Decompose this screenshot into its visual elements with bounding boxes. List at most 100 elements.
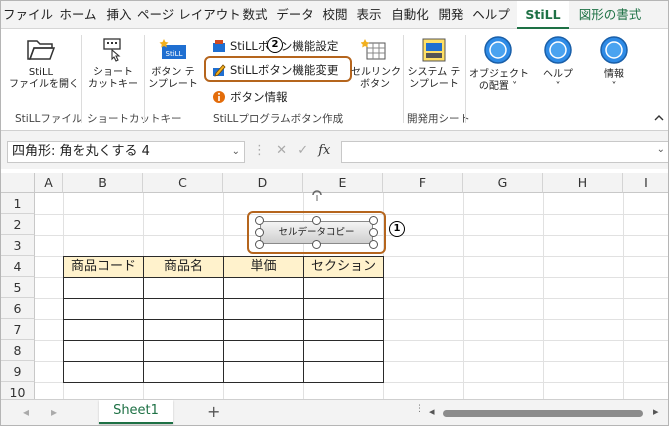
system-template-button[interactable]: システム テ ンプレート	[407, 37, 461, 91]
tab-page-layout[interactable]: ページ レイアウト	[137, 1, 241, 29]
table-cell[interactable]	[143, 319, 224, 341]
tab-view[interactable]: 表示	[353, 1, 385, 29]
column-header[interactable]: G	[463, 173, 543, 193]
tab-automate[interactable]: 自動化	[387, 1, 433, 29]
hscroll-right-icon[interactable]: ▸	[653, 405, 659, 418]
table-cell[interactable]	[143, 298, 224, 320]
row-header[interactable]: 1	[1, 193, 35, 214]
table-header-cell[interactable]: セクション	[303, 256, 384, 278]
help-line2: ˅	[555, 81, 561, 92]
table-cell[interactable]	[223, 277, 304, 299]
table-cell[interactable]	[143, 361, 224, 383]
column-header[interactable]: D	[223, 173, 303, 193]
row-header[interactable]: 5	[1, 277, 35, 298]
table-header-cell[interactable]: 単価	[223, 256, 304, 278]
shortcut-key-button[interactable]: ショート カットキー	[85, 37, 141, 91]
row-header[interactable]: 10	[1, 382, 35, 399]
table-cell[interactable]	[303, 361, 384, 383]
tab-shape-format[interactable]: 図形の書式	[573, 1, 647, 29]
table-cell[interactable]	[223, 319, 304, 341]
column-header[interactable]: A	[35, 173, 63, 193]
name-box[interactable]: 四角形: 角を丸くする 4 ⌄	[7, 141, 245, 163]
resize-handle[interactable]	[255, 240, 264, 249]
expand-formula-icon[interactable]: ⌄	[657, 144, 665, 155]
resize-handle[interactable]	[312, 216, 321, 225]
help-button[interactable]: ヘルプ ˅	[533, 35, 583, 93]
column-header[interactable]: B	[63, 173, 143, 193]
svg-text:StiLL: StiLL	[166, 50, 183, 58]
check-icon[interactable]: ✓	[297, 143, 308, 158]
hscroll-left-icon[interactable]: ◂	[429, 405, 435, 418]
resize-handle[interactable]	[369, 228, 378, 237]
collapse-ribbon-icon[interactable]	[653, 113, 665, 123]
table-cell[interactable]	[223, 340, 304, 362]
resize-handle[interactable]	[369, 216, 378, 225]
table-cell[interactable]	[303, 319, 384, 341]
formula-input[interactable]: ⌄	[341, 141, 668, 163]
resize-handle[interactable]	[312, 240, 321, 249]
table-cell[interactable]	[303, 277, 384, 299]
group-divider	[403, 35, 404, 123]
resize-handle[interactable]	[255, 216, 264, 225]
column-header[interactable]: H	[543, 173, 623, 193]
table-cell[interactable]	[303, 298, 384, 320]
row-header[interactable]: 6	[1, 298, 35, 319]
gridline	[463, 193, 464, 399]
tab-help[interactable]: ヘルプ	[469, 1, 513, 29]
scroll-right-icon[interactable]: ▸	[51, 405, 57, 419]
group-label-dev-sheet: 開発用シート	[407, 113, 470, 125]
object-placement-button[interactable]: オブジェクト の配置 ˅	[469, 35, 529, 93]
tab-developer[interactable]: 開発	[435, 1, 467, 29]
table-header-cell[interactable]: 商品名	[143, 256, 224, 278]
tab-data[interactable]: データ	[273, 1, 317, 29]
tab-file[interactable]: ファイル	[3, 1, 53, 29]
row-header[interactable]: 9	[1, 361, 35, 382]
table-header-cell[interactable]: 商品コード	[63, 256, 144, 278]
table-cell[interactable]	[63, 277, 144, 299]
tab-home[interactable]: ホーム	[55, 1, 101, 29]
ribbon: StiLL ファイルを開く StiLLファイル ショート カットキー ショートカ…	[1, 29, 668, 131]
tab-formulas[interactable]: 数式	[239, 1, 271, 29]
resize-handle[interactable]	[369, 240, 378, 249]
rotate-handle-icon[interactable]	[311, 187, 323, 201]
table-cell[interactable]	[303, 340, 384, 362]
chevron-down-icon[interactable]: ⌄	[232, 142, 240, 162]
row-header[interactable]: 3	[1, 235, 35, 256]
column-header[interactable]: F	[383, 173, 463, 193]
sheet-tab-sheet1[interactable]: Sheet1	[99, 400, 173, 424]
select-all-corner[interactable]	[1, 173, 35, 193]
button-info-label: ボタン情報	[230, 90, 288, 104]
row-header[interactable]: 2	[1, 214, 35, 235]
row-header[interactable]: 7	[1, 319, 35, 340]
table-cell[interactable]	[223, 361, 304, 383]
row-header[interactable]: 4	[1, 256, 35, 277]
column-header[interactable]: I	[623, 173, 668, 193]
cancel-icon[interactable]: ✕	[276, 143, 287, 158]
table-cell[interactable]	[143, 340, 224, 362]
tab-insert[interactable]: 挿入	[103, 1, 135, 29]
worksheet-grid[interactable]: A B C D E F G H I 1 2 3 4 5 6 7 8 9 10 商…	[1, 169, 668, 399]
table-cell[interactable]	[63, 298, 144, 320]
excel-window: ファイル ホーム 挿入 ページ レイアウト 数式 データ 校閲 表示 自動化 開…	[0, 0, 669, 426]
tab-review[interactable]: 校閲	[319, 1, 351, 29]
cell-link-button[interactable]: セルリンク ボタン	[351, 37, 401, 91]
table-cell[interactable]	[223, 298, 304, 320]
insert-function-icon[interactable]: fx	[318, 143, 330, 158]
still-button-change-button[interactable]: StiLLボタン機能変更	[212, 62, 338, 78]
tab-still[interactable]: StiLL	[517, 1, 569, 29]
horizontal-scrollbar[interactable]	[443, 410, 643, 417]
table-cell[interactable]	[63, 361, 144, 383]
button-template-button[interactable]: StiLL ボタン テ ンプレート	[147, 37, 199, 91]
column-header[interactable]: C	[143, 173, 223, 193]
open-still-file-button[interactable]: StiLL ファイルを開く	[9, 37, 79, 91]
scroll-left-icon[interactable]: ◂	[23, 405, 29, 419]
info-button[interactable]: 情報 ˅	[589, 35, 639, 93]
table-cell[interactable]	[143, 277, 224, 299]
table-cell[interactable]	[63, 319, 144, 341]
ribbon-tab-bar: ファイル ホーム 挿入 ページ レイアウト 数式 データ 校閲 表示 自動化 開…	[1, 1, 668, 29]
button-info-button[interactable]: ボタン情報	[212, 89, 288, 105]
add-sheet-icon[interactable]: +	[207, 402, 220, 421]
resize-handle[interactable]	[255, 228, 264, 237]
table-cell[interactable]	[63, 340, 144, 362]
row-header[interactable]: 8	[1, 340, 35, 361]
